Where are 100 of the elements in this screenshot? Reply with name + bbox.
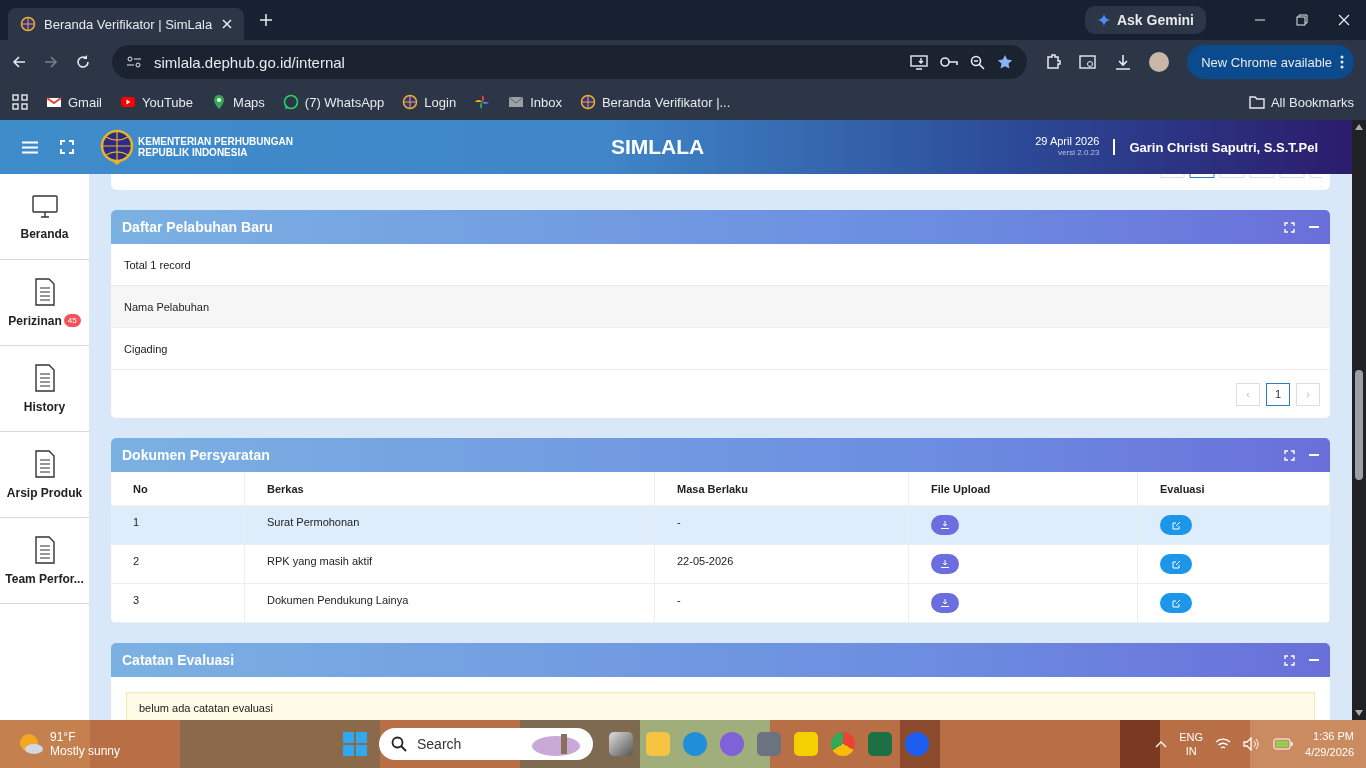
bookmark-link[interactable]: (7) WhatsApp (282, 94, 385, 110)
menu-icon[interactable] (22, 140, 38, 154)
download-button[interactable] (931, 593, 959, 613)
bookmark-link[interactable]: YouTube (119, 94, 194, 110)
table-cell: - (655, 506, 909, 545)
ministry-name: KEMENTERIAN PERHUBUNGAN REPUBLIK INDONESIA (138, 136, 293, 158)
mail-icon (46, 94, 62, 110)
weather-icon (18, 733, 44, 755)
expand-icon[interactable] (1284, 449, 1295, 461)
region-code[interactable]: IN (1179, 744, 1204, 758)
reload-icon[interactable] (76, 55, 90, 69)
sidebar-item[interactable]: Team Perfor... (0, 518, 89, 604)
close-icon[interactable] (1338, 14, 1350, 26)
temperature: 91°F (50, 730, 77, 744)
globe-icon (402, 94, 419, 110)
sidebar-label: Perizinan (8, 313, 62, 328)
sticky-note-icon[interactable] (794, 732, 818, 756)
search-field[interactable]: Search (379, 728, 593, 760)
task-view-icon[interactable] (609, 732, 633, 756)
restore-icon[interactable] (1296, 14, 1308, 26)
download-button[interactable] (931, 554, 959, 574)
download-icon (941, 521, 949, 529)
key-icon[interactable] (940, 56, 959, 68)
download-icon (941, 599, 949, 607)
fullscreen-icon[interactable] (60, 140, 74, 154)
globe-icon (579, 94, 596, 110)
count-badge: 45 (63, 314, 81, 327)
table-cell: 3 (111, 584, 245, 623)
column-header: No (133, 482, 148, 495)
close-icon[interactable] (222, 19, 232, 29)
language-code[interactable]: ENG (1179, 730, 1204, 744)
bookmark-link[interactable]: Gmail (46, 94, 102, 110)
sidebar-item[interactable]: History (0, 346, 89, 432)
bookmark-link[interactable]: Maps (211, 94, 265, 110)
sidebar-label: History (23, 399, 66, 414)
weather-text: Mostly sunny (50, 744, 121, 758)
browser-tab[interactable]: Beranda Verifikator | SimLala (8, 8, 244, 40)
bookmark-link[interactable]: Inbox (508, 94, 562, 110)
sidebar-label: Arsip Produk (6, 485, 83, 500)
search-icon (391, 736, 407, 752)
gemini-button[interactable]: Ask Gemini (1084, 6, 1206, 34)
edit-button[interactable] (1160, 515, 1192, 535)
page-button[interactable]: 1 (1266, 382, 1290, 406)
table-cell: - (655, 584, 909, 623)
column-header: Masa Berlaku (677, 482, 748, 495)
globe-icon (20, 16, 36, 32)
bookmark-link[interactable]: Beranda Verifikator |... (579, 94, 731, 110)
sidebar-item[interactable]: Beranda (0, 174, 89, 260)
user-name: Garin Christi Saputri, S.S.T.Pel (1129, 139, 1318, 155)
table-cell: 2 (111, 545, 245, 584)
scroll-down-icon[interactable] (1355, 710, 1363, 716)
table-cell: 22-05-2026 (655, 545, 909, 584)
sidebar-label: Team Perfor... (5, 571, 84, 586)
new-tab-icon[interactable] (260, 14, 272, 26)
download-icon (941, 560, 949, 568)
chat-icon (282, 94, 299, 110)
edit-icon (1171, 520, 1181, 530)
current-date: 29 April 2026 (1035, 135, 1100, 147)
back-icon[interactable] (12, 55, 26, 69)
edit-button[interactable] (1160, 554, 1192, 574)
card-title: Daftar Pelabuhan Baru (122, 219, 274, 235)
scroll-up-icon[interactable] (1355, 124, 1363, 130)
edit-icon (1171, 598, 1181, 608)
tab-search-icon[interactable] (1079, 54, 1098, 70)
download-button[interactable] (931, 515, 959, 535)
profile-avatar[interactable] (1149, 52, 1170, 72)
table-cell: Dokumen Pendukung Lainya (245, 584, 655, 623)
more-icon[interactable] (1340, 55, 1344, 69)
scrollbar-thumb[interactable] (1355, 370, 1363, 480)
wifi-icon[interactable] (1215, 737, 1232, 751)
card-title: Catatan Evaluasi (122, 652, 236, 668)
start-icon[interactable] (343, 732, 367, 756)
install-icon[interactable] (910, 54, 929, 70)
sidebar-item[interactable]: Arsip Produk (0, 432, 89, 518)
star-icon[interactable] (997, 54, 1014, 70)
app-title: SIMLALA (609, 135, 706, 159)
site-settings-icon[interactable] (126, 55, 142, 69)
column-header: File Upload (931, 482, 991, 495)
zoom-icon[interactable] (970, 54, 986, 70)
card-title: Dokumen Persyaratan (122, 447, 271, 463)
sidebar-item[interactable]: Perizinan 45 (0, 260, 89, 346)
speaker-icon[interactable] (1243, 737, 1262, 751)
column-header: Berkas (267, 482, 304, 495)
forward-icon[interactable] (44, 55, 58, 69)
extensions-icon[interactable] (1045, 54, 1062, 70)
record-count: Total 1 record (124, 258, 191, 271)
battery-icon[interactable] (1273, 738, 1294, 750)
expand-icon[interactable] (1284, 221, 1295, 233)
column-header: Evaluasi (1160, 482, 1205, 495)
monitor-icon (30, 192, 59, 219)
table-cell: RPK yang masih aktif (245, 545, 655, 584)
chevron-up-icon[interactable] (1155, 740, 1168, 748)
apps-grid-icon[interactable] (12, 94, 28, 110)
bookmark-link[interactable]: Login (402, 94, 457, 110)
all-bookmarks-link[interactable]: All Bookmarks (1248, 94, 1354, 110)
sidebar-label: Beranda (20, 226, 69, 241)
update-button[interactable]: New Chrome available (1187, 45, 1354, 79)
download-icon[interactable] (1115, 54, 1132, 70)
expand-icon[interactable] (1284, 654, 1295, 666)
edit-button[interactable] (1160, 593, 1192, 613)
